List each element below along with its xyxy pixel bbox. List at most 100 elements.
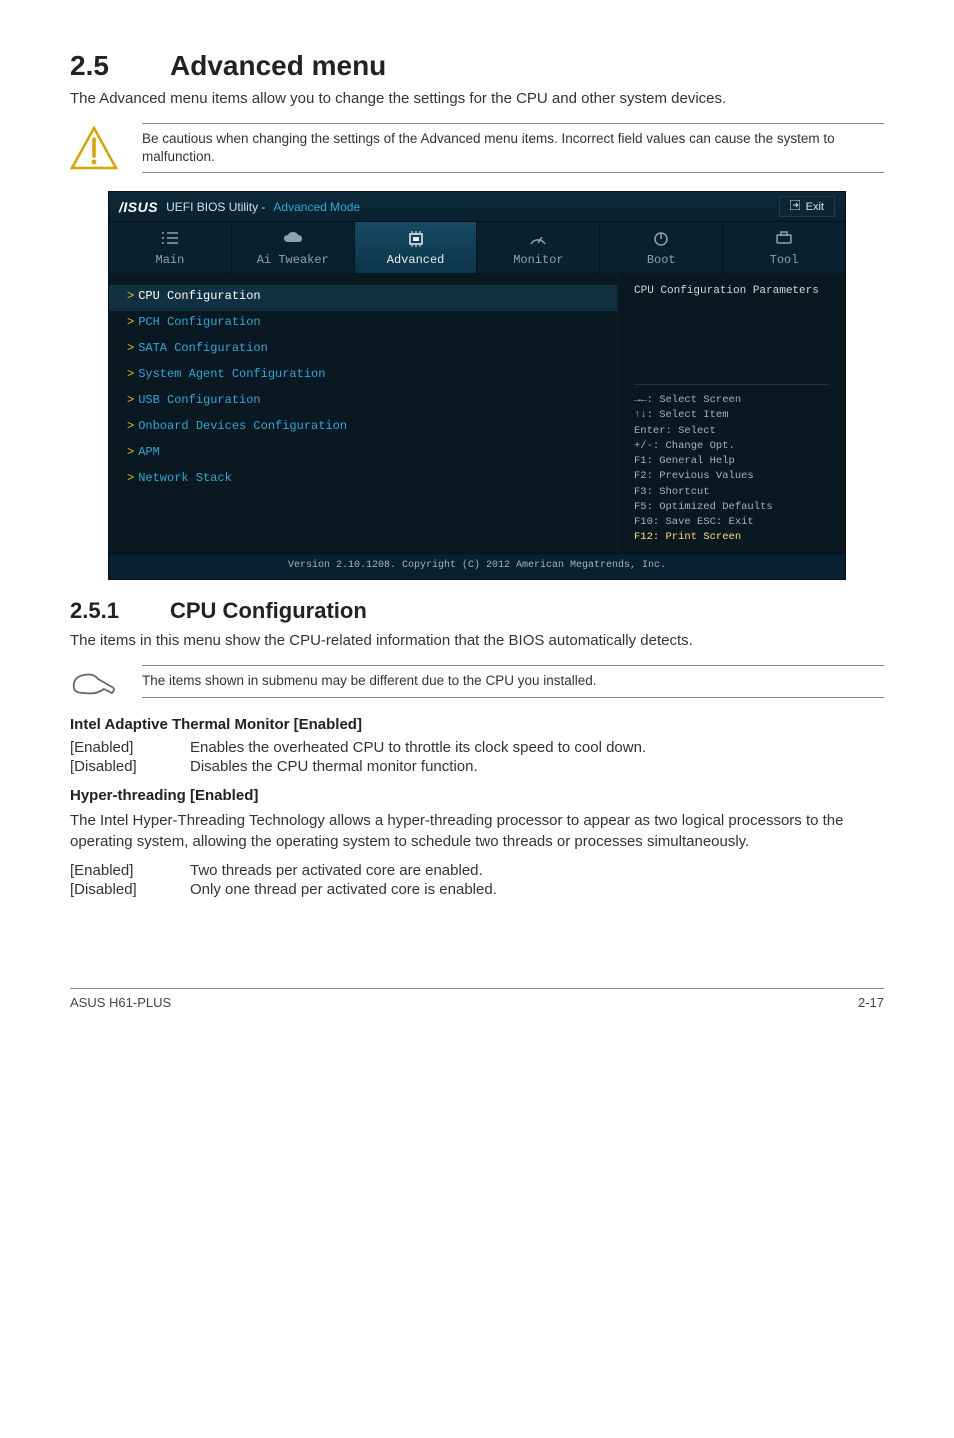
menu-item-label: Onboard Devices Configuration [138,419,347,433]
tab-main-label: Main [156,253,185,267]
bios-logo-area: /ISUS UEFI BIOS Utility - Advanced Mode [119,199,360,215]
section-heading: 2.5Advanced menu [70,50,884,82]
tool-icon [723,230,845,248]
chevron-icon: > [127,341,134,355]
option-desc: Disables the CPU thermal monitor functio… [190,758,884,775]
help-line: Enter: Select [634,424,829,439]
ht-enabled-row: [Enabled] Two threads per activated core… [70,862,884,879]
bios-menu-list: > CPU Configuration > PCH Configuration > S… [109,273,618,553]
tab-monitor[interactable]: Monitor [477,222,600,273]
help-line: F1: General Help [634,454,829,469]
page-footer: ASUS H61-PLUS 2-17 [70,988,884,1010]
subsection-number: 2.5.1 [70,598,170,624]
menu-item-label: SATA Configuration [138,341,268,355]
chevron-icon: > [127,367,134,381]
ht-heading: Hyper-threading [Enabled] [70,787,884,804]
option-desc: Enables the overheated CPU to throttle i… [190,739,884,756]
help-line: +/-: Change Opt. [634,439,829,454]
info-note: The items shown in submenu may be differ… [70,665,884,697]
warning-note: Be cautious when changing the settings o… [70,123,884,173]
menu-item-label: APM [138,445,160,459]
chevron-icon: > [127,471,134,485]
bios-version-footer: Version 2.10.1208. Copyright (C) 2012 Am… [109,553,845,579]
tab-tool-label: Tool [770,253,799,267]
note-icon [70,667,118,697]
menu-item-label: PCH Configuration [138,315,260,329]
bios-help-panel: →←: Select Screen ↑↓: Select Item Enter:… [634,384,829,545]
bios-tabs: Main Ai Tweaker Advanced Monitor Boot To… [109,222,845,273]
chevron-icon: > [127,289,134,303]
tab-advanced[interactable]: Advanced [355,222,478,273]
bios-exit-button[interactable]: Exit [779,196,835,217]
warning-icon [70,126,118,170]
footer-product: ASUS H61-PLUS [70,995,171,1010]
help-line: F12: Print Screen [634,530,829,545]
tab-main[interactable]: Main [109,222,232,273]
option-key: [Disabled] [70,758,190,775]
subsection-intro: The items in this menu show the CPU-rela… [70,630,884,651]
help-line: F3: Shortcut [634,485,829,500]
subsection-heading: 2.5.1CPU Configuration [70,598,884,624]
option-key: [Enabled] [70,739,190,756]
bios-utility-label: UEFI BIOS Utility - [166,200,265,214]
bios-right-panel: CPU Configuration Parameters →←: Select … [618,273,845,553]
tab-boot-label: Boot [647,253,676,267]
option-key: [Disabled] [70,881,190,898]
help-line: F2: Previous Values [634,469,829,484]
menu-item-apm[interactable]: > APM [127,441,607,467]
tab-tweaker-label: Ai Tweaker [257,253,329,267]
list-icon [109,230,231,248]
bios-mode-label: Advanced Mode [273,200,360,214]
gauge-icon [477,230,599,248]
iatm-heading: Intel Adaptive Thermal Monitor [Enabled] [70,716,884,733]
help-line: →←: Select Screen [634,393,829,408]
bios-screenshot: /ISUS UEFI BIOS Utility - Advanced Mode … [108,191,846,580]
menu-item-pch-configuration[interactable]: > PCH Configuration [127,311,607,337]
warning-text: Be cautious when changing the settings o… [142,123,884,173]
chevron-icon: > [127,419,134,433]
menu-item-sata-configuration[interactable]: > SATA Configuration [127,337,607,363]
tab-boot[interactable]: Boot [600,222,723,273]
menu-item-system-agent-configuration[interactable]: > System Agent Configuration [127,363,607,389]
option-desc: Only one thread per activated core is en… [190,881,884,898]
section-number: 2.5 [70,50,170,82]
chevron-icon: > [127,445,134,459]
footer-page-number: 2-17 [858,995,884,1010]
menu-item-onboard-devices-configuration[interactable]: > Onboard Devices Configuration [127,415,607,441]
exit-icon [790,200,800,213]
menu-item-network-stack[interactable]: > Network Stack [127,467,607,493]
help-line: F10: Save ESC: Exit [634,515,829,530]
info-note-text: The items shown in submenu may be differ… [142,665,884,697]
subsection-title-text: CPU Configuration [170,598,367,623]
option-key: [Enabled] [70,862,190,879]
intro-paragraph: The Advanced menu items allow you to cha… [70,88,884,109]
section-title-text: Advanced menu [170,50,386,81]
bios-item-description: CPU Configuration Parameters [634,285,829,297]
bios-titlebar: /ISUS UEFI BIOS Utility - Advanced Mode … [109,192,845,222]
cloud-icon [232,230,354,248]
iatm-disabled-row: [Disabled] Disables the CPU thermal moni… [70,758,884,775]
ht-disabled-row: [Disabled] Only one thread per activated… [70,881,884,898]
tab-ai-tweaker[interactable]: Ai Tweaker [232,222,355,273]
menu-item-usb-configuration[interactable]: > USB Configuration [127,389,607,415]
bios-exit-label: Exit [806,201,824,213]
bios-brand: /ISUS [119,199,158,215]
menu-item-label: System Agent Configuration [138,367,325,381]
chip-icon [355,230,477,248]
help-line: ↑↓: Select Item [634,408,829,423]
chevron-icon: > [127,315,134,329]
menu-item-cpu-configuration[interactable]: > CPU Configuration [109,285,617,311]
menu-item-label: USB Configuration [138,393,260,407]
iatm-enabled-row: [Enabled] Enables the overheated CPU to … [70,739,884,756]
option-desc: Two threads per activated core are enabl… [190,862,884,879]
ht-description: The Intel Hyper-Threading Technology all… [70,810,884,852]
menu-item-label: Network Stack [138,471,232,485]
menu-item-label: CPU Configuration [138,289,260,303]
bios-content: > CPU Configuration > PCH Configuration > S… [109,273,845,553]
tab-advanced-label: Advanced [387,253,445,267]
chevron-icon: > [127,393,134,407]
tab-tool[interactable]: Tool [723,222,845,273]
tab-monitor-label: Monitor [513,253,563,267]
help-line: F5: Optimized Defaults [634,500,829,515]
power-icon [600,230,722,248]
